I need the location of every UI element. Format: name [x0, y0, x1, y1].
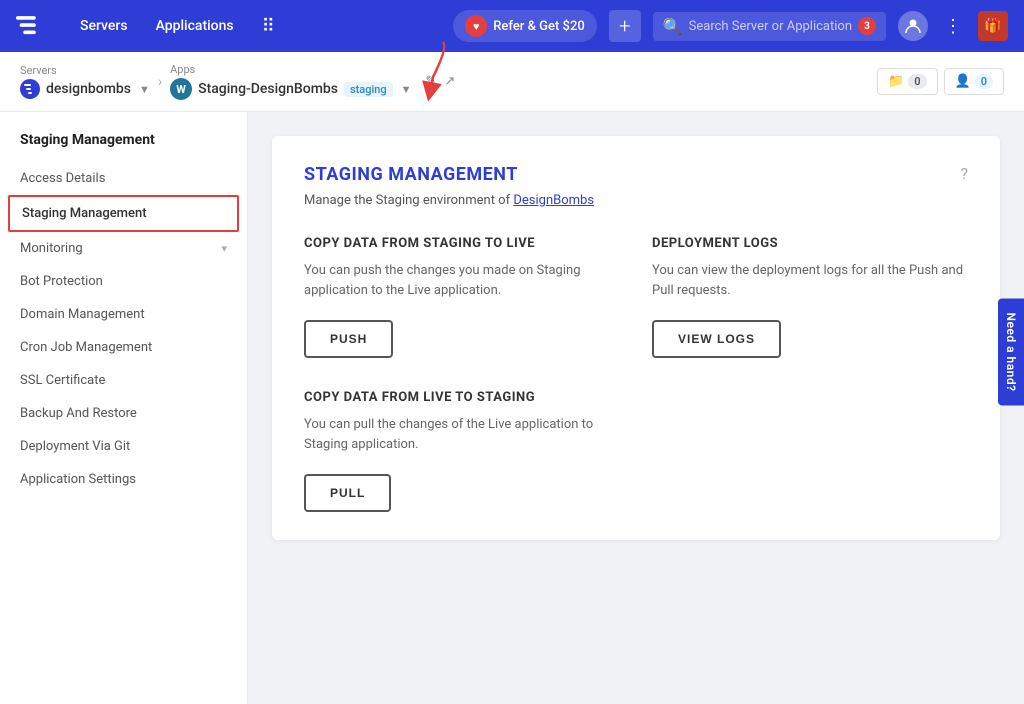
breadcrumb-apps-section: Apps W Staging-DesignBombs staging ▼: [170, 63, 417, 100]
sidebar-item-app-settings[interactable]: Application Settings: [0, 463, 247, 496]
sidebar-label-cron-job: Cron Job Management: [20, 340, 152, 355]
user-avatar[interactable]: [898, 11, 928, 41]
card-header: STAGING MANAGEMENT ?: [304, 164, 968, 185]
staging-badge: staging: [344, 82, 393, 97]
pull-section: COPY DATA FROM LIVE TO STAGING You can p…: [304, 390, 620, 512]
sidebar-label-monitoring: Monitoring: [20, 241, 83, 256]
left-column: COPY DATA FROM STAGING TO LIVE You can p…: [304, 236, 620, 512]
server-icon: [20, 79, 40, 99]
server-name: designbombs: [46, 81, 131, 97]
push-button[interactable]: PUSH: [304, 320, 393, 358]
push-section: COPY DATA FROM STAGING TO LIVE You can p…: [304, 236, 620, 358]
sidebar-label-access-details: Access Details: [20, 171, 105, 186]
gift-icon[interactable]: 🎁: [978, 11, 1008, 41]
grid-icon[interactable]: ⠿: [254, 12, 283, 41]
pull-desc: You can pull the changes of the Live app…: [304, 415, 620, 454]
search-badge: 3: [858, 17, 876, 35]
push-title: COPY DATA FROM STAGING TO LIVE: [304, 236, 620, 251]
users-icon: 👤: [955, 74, 971, 89]
server-selector[interactable]: designbombs ▼: [20, 79, 150, 99]
monitoring-chevron-icon: ▾: [221, 242, 227, 255]
annotation-arrow: [388, 37, 458, 102]
view-logs-button[interactable]: VIEW LOGS: [652, 320, 781, 358]
page-title: STAGING MANAGEMENT: [304, 164, 518, 185]
sidebar-label-app-settings: Application Settings: [20, 472, 136, 487]
main-layout: Staging Management Access Details Stagin…: [0, 112, 1024, 704]
pull-title: COPY DATA FROM LIVE TO STAGING: [304, 390, 620, 405]
right-column: DEPLOYMENT LOGS You can view the deploym…: [652, 236, 968, 512]
wordpress-icon: W: [170, 78, 192, 100]
app-name: Staging-DesignBombs: [198, 81, 338, 97]
sidebar-item-monitoring[interactable]: Monitoring ▾: [0, 232, 247, 265]
sidebar-item-staging-management[interactable]: Staging Management: [8, 195, 239, 232]
sidebar-label-staging-management: Staging Management: [22, 206, 147, 221]
breadcrumb-actions: 📁 0 👤 0: [877, 68, 1004, 95]
nav-servers[interactable]: Servers: [72, 14, 136, 38]
sidebar-item-domain-management[interactable]: Domain Management: [0, 298, 247, 331]
staging-management-card: STAGING MANAGEMENT ? Manage the Staging …: [272, 136, 1000, 540]
search-bar[interactable]: 🔍 Search Server or Application 3: [653, 12, 886, 41]
refer-button[interactable]: ♥ Refer & Get $20: [453, 10, 596, 42]
sidebar-label-ssl: SSL Certificate: [20, 373, 105, 388]
sidebar-label-bot-protection: Bot Protection: [20, 274, 103, 289]
sidebar-label-deployment-git: Deployment Via Git: [20, 439, 130, 454]
search-placeholder: Search Server or Application: [689, 19, 852, 34]
sidebar-label-domain-management: Domain Management: [20, 307, 145, 322]
files-count: 0: [908, 74, 926, 89]
need-a-hand-button[interactable]: Need a hand?: [998, 298, 1024, 405]
sidebar-item-cron-job[interactable]: Cron Job Management: [0, 331, 247, 364]
sidebar-item-bot-protection[interactable]: Bot Protection: [0, 265, 247, 298]
apps-label: Apps: [170, 63, 417, 76]
users-button[interactable]: 👤 0: [944, 68, 1004, 95]
sidebar: Staging Management Access Details Stagin…: [0, 112, 248, 704]
files-button[interactable]: 📁 0: [877, 68, 937, 95]
sidebar-item-backup[interactable]: Backup And Restore: [0, 397, 247, 430]
logs-desc: You can view the deployment logs for all…: [652, 261, 968, 300]
server-chevron-icon: ▼: [139, 83, 150, 96]
servers-label: Servers: [20, 64, 150, 77]
sidebar-item-deployment-git[interactable]: Deployment Via Git: [0, 430, 247, 463]
card-grid: COPY DATA FROM STAGING TO LIVE You can p…: [304, 236, 968, 512]
users-count: 0: [975, 74, 993, 89]
designbombs-link[interactable]: DesignBombs: [513, 193, 594, 208]
main-content: STAGING MANAGEMENT ? Manage the Staging …: [248, 112, 1024, 704]
more-options-icon[interactable]: ⋮: [940, 12, 966, 41]
sidebar-item-ssl[interactable]: SSL Certificate: [0, 364, 247, 397]
search-icon: 🔍: [663, 17, 683, 36]
logo[interactable]: [16, 12, 52, 40]
breadcrumb-bar: Servers designbombs ▼ › Apps W Staging-D…: [0, 52, 1024, 112]
sidebar-item-access-details[interactable]: Access Details: [0, 162, 247, 195]
sidebar-label-backup: Backup And Restore: [20, 406, 137, 421]
folder-icon: 📁: [888, 74, 904, 89]
add-button[interactable]: +: [609, 10, 641, 42]
breadcrumb-servers-section: Servers designbombs ▼: [20, 64, 150, 99]
push-desc: You can push the changes you made on Sta…: [304, 261, 620, 300]
card-subtitle: Manage the Staging environment of Design…: [304, 193, 968, 208]
app-selector[interactable]: W Staging-DesignBombs staging ▼: [170, 78, 417, 100]
nav-applications[interactable]: Applications: [148, 14, 242, 38]
sidebar-title: Staging Management: [0, 132, 247, 162]
pull-button[interactable]: PULL: [304, 474, 391, 512]
heart-icon: ♥: [465, 15, 487, 37]
breadcrumb-separator: ›: [158, 74, 162, 90]
top-navigation: Servers Applications ⠿ ♥ Refer & Get $20…: [0, 0, 1024, 52]
help-icon[interactable]: ?: [960, 164, 968, 183]
refer-label: Refer & Get $20: [493, 19, 584, 34]
logs-title: DEPLOYMENT LOGS: [652, 236, 968, 251]
